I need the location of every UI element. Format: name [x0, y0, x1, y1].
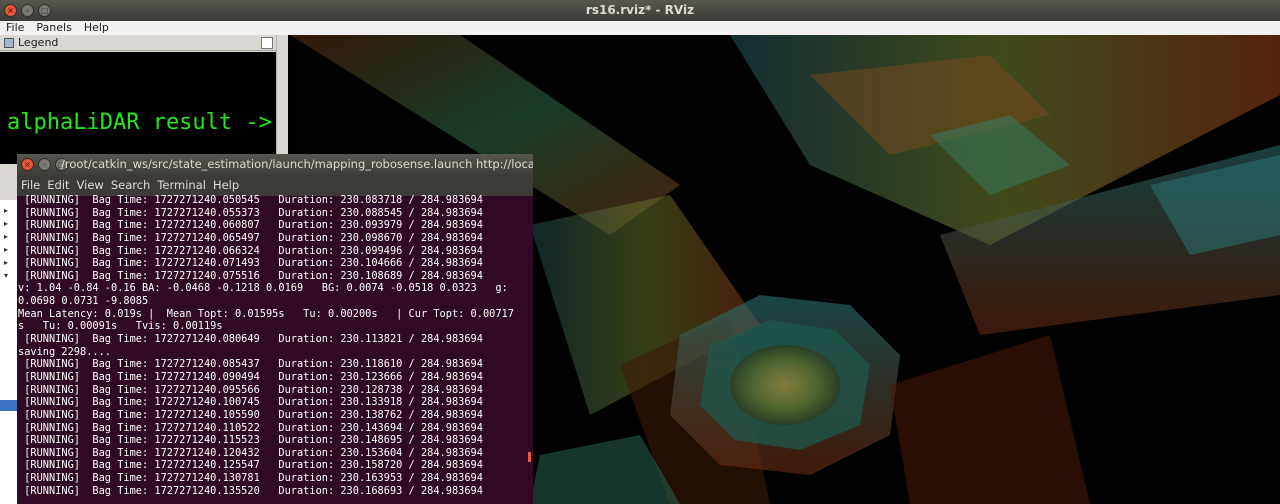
terminal-line: [RUNNING] Bag Time: 1727271240.085437 Du… — [18, 358, 483, 371]
terminal-window[interactable]: × – □ /root/catkin_ws/src/state_estimati… — [17, 154, 533, 504]
terminal-menu-view[interactable]: View — [77, 175, 104, 196]
terminal-line: [RUNNING] Bag Time: 1727271240.125547 Du… — [18, 459, 483, 472]
terminal-line: [RUNNING] Bag Time: 1727271240.060807 Du… — [18, 219, 483, 232]
terminal-line: [RUNNING] Bag Time: 1727271240.100745 Du… — [18, 396, 483, 409]
terminal-menu-file[interactable]: File — [21, 175, 40, 196]
terminal-minimize-button[interactable]: – — [38, 158, 51, 171]
terminal-line: [RUNNING] Bag Time: 1727271240.050545 Du… — [18, 194, 483, 206]
menu-help[interactable]: Help — [84, 21, 109, 35]
terminal-menu-search[interactable]: Search — [111, 175, 151, 196]
terminal-line: saving 2298.... — [18, 345, 111, 358]
terminal-line: 0.0698 0.0731 -9.8085 — [18, 295, 149, 308]
legend-panel-title: Legend — [18, 36, 59, 49]
menu-panels[interactable]: Panels — [36, 21, 71, 35]
terminal-close-button[interactable]: × — [21, 158, 34, 171]
window-title: rs16.rviz* - RViz — [585, 3, 695, 17]
terminal-line: [RUNNING] Bag Time: 1727271240.130781 Du… — [18, 472, 483, 485]
expand-arrow-icon[interactable]: ▸ — [4, 258, 8, 267]
expand-arrow-icon[interactable]: ▾ — [4, 271, 8, 280]
terminal-line: s Tu: 0.00091s Tvis: 0.00119s — [18, 320, 223, 333]
selected-tree-row[interactable] — [0, 400, 18, 411]
terminal-title: /root/catkin_ws/src/state_estimation/lau… — [61, 157, 533, 171]
expand-arrow-icon[interactable]: ▸ — [4, 219, 8, 228]
rviz-titlebar[interactable]: × – □ rs16.rviz* - RViz — [0, 0, 1280, 21]
terminal-line: [RUNNING] Bag Time: 1727271240.105590 Du… — [18, 408, 483, 421]
panel-icon — [4, 38, 14, 48]
expand-arrow-icon[interactable]: ▸ — [4, 245, 8, 254]
terminal-line: [RUNNING] Bag Time: 1727271240.090494 Du… — [18, 370, 483, 383]
terminal-line: [RUNNING] Bag Time: 1727271240.110522 Du… — [18, 421, 483, 434]
legend-panel-header[interactable]: Legend — [0, 35, 276, 51]
terminal-line: [RUNNING] Bag Time: 1727271240.055373 Du… — [18, 206, 483, 219]
terminal-menu-edit[interactable]: Edit — [47, 175, 69, 196]
terminal-line: Mean Latency: 0.019s | Mean Topt: 0.0159… — [18, 307, 514, 320]
panel-close-icon[interactable] — [261, 37, 273, 49]
terminal-menubar: File Edit View Search Terminal Help — [17, 175, 533, 196]
terminal-line: v: 1.04 -0.84 -0.16 BA: -0.0468 -0.1218 … — [18, 282, 508, 295]
terminal-line: [RUNNING] Bag Time: 1727271240.115523 Du… — [18, 434, 483, 447]
terminal-line: [RUNNING] Bag Time: 1727271240.135520 Du… — [18, 484, 483, 497]
expand-arrow-icon[interactable]: ▸ — [4, 206, 8, 215]
terminal-line: [RUNNING] Bag Time: 1727271240.120432 Du… — [18, 446, 483, 459]
terminal-line: [RUNNING] Bag Time: 1727271240.065497 Du… — [18, 231, 483, 244]
terminal-scrollbar[interactable] — [528, 452, 531, 462]
terminal-output[interactable]: [RUNNING] Bag Time: 1727271240.050545 Du… — [18, 194, 528, 504]
terminal-line: [RUNNING] Bag Time: 1727271240.095566 Du… — [18, 383, 483, 396]
displays-tree[interactable]: ▸ ▸ ▸ ▸ ▸ ▾ — [0, 200, 18, 504]
terminal-line: [RUNNING] Bag Time: 1727271240.075516 Du… — [18, 269, 483, 282]
terminal-line: [RUNNING] Bag Time: 1727271240.080649 Du… — [18, 333, 483, 346]
legend-text: alphaLiDAR result -> — [7, 110, 272, 135]
menu-file[interactable]: File — [6, 21, 24, 35]
terminal-line: [RUNNING] Bag Time: 1727271240.066324 Du… — [18, 244, 483, 257]
terminal-menu-terminal[interactable]: Terminal — [157, 175, 206, 196]
terminal-line: [RUNNING] Bag Time: 1727271240.071493 Du… — [18, 257, 483, 270]
legend-view: alphaLiDAR result -> — [0, 52, 276, 164]
terminal-titlebar[interactable]: × – □ /root/catkin_ws/src/state_estimati… — [17, 154, 533, 175]
terminal-menu-help[interactable]: Help — [213, 175, 239, 196]
rviz-menubar: File Panels Help — [0, 21, 1280, 35]
expand-arrow-icon[interactable]: ▸ — [4, 232, 8, 241]
